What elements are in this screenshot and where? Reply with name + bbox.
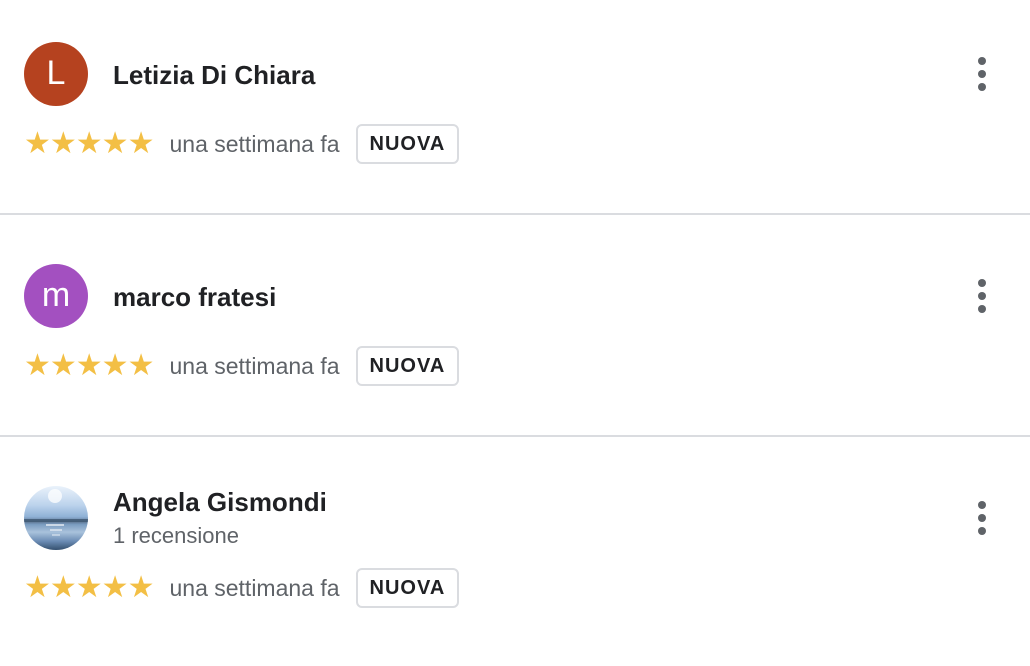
review-item: Angela Gismondi 1 recensione ★★★★★ una s… (0, 444, 1030, 666)
more-vert-icon-dot (978, 305, 986, 313)
more-vert-icon-dot (978, 514, 986, 522)
more-vert-icon (978, 279, 986, 287)
new-badge: NUOVA (355, 346, 460, 386)
star-rating: ★★★★★ (24, 349, 154, 382)
review-time: una settimana fa (169, 352, 340, 379)
more-options-button[interactable] (962, 496, 1002, 540)
new-badge: NUOVA (355, 124, 460, 164)
review-time: una settimana fa (169, 130, 340, 157)
review-item: L Letizia Di Chiara ★★★★★ una settimana … (0, 0, 1030, 222)
avatar[interactable] (24, 486, 88, 550)
more-vert-icon-dot (978, 527, 986, 535)
more-options-button[interactable] (962, 52, 1002, 96)
divider (0, 435, 1030, 437)
more-vert-icon-dot (978, 292, 986, 300)
star-rating-stars: ★★★★★ (24, 571, 154, 604)
review-meta: ★★★★★ una settimana fa NUOVA (24, 122, 460, 166)
new-badge: NUOVA (355, 568, 460, 608)
reviewer-name[interactable]: Letizia Di Chiara (113, 60, 315, 91)
reviewer-name[interactable]: marco fratesi (113, 282, 276, 313)
avatar[interactable]: m (24, 264, 88, 328)
star-rating-stars: ★★★★★ (24, 349, 154, 382)
reviewer-name[interactable]: Angela Gismondi (113, 487, 327, 518)
more-vert-icon (978, 57, 986, 65)
review-count[interactable]: 1 recensione (113, 523, 239, 549)
more-vert-icon (978, 501, 986, 509)
more-vert-icon-dot (978, 83, 986, 91)
review-meta: ★★★★★ una settimana fa NUOVA (24, 566, 460, 610)
avatar[interactable]: L (24, 42, 88, 106)
review-meta: ★★★★★ una settimana fa NUOVA (24, 344, 460, 388)
avatar-initial: L (46, 54, 66, 92)
review-item: m marco fratesi ★★★★★ una settimana fa N… (0, 222, 1030, 444)
star-rating: ★★★★★ (24, 571, 154, 604)
more-options-button[interactable] (962, 274, 1002, 318)
divider (0, 213, 1030, 215)
avatar-initial: m (41, 276, 71, 314)
more-vert-icon-dot (978, 70, 986, 78)
star-rating-stars: ★★★★★ (24, 127, 154, 160)
avatar-photo (24, 489, 88, 536)
review-time: una settimana fa (169, 574, 340, 601)
star-rating: ★★★★★ (24, 127, 154, 160)
